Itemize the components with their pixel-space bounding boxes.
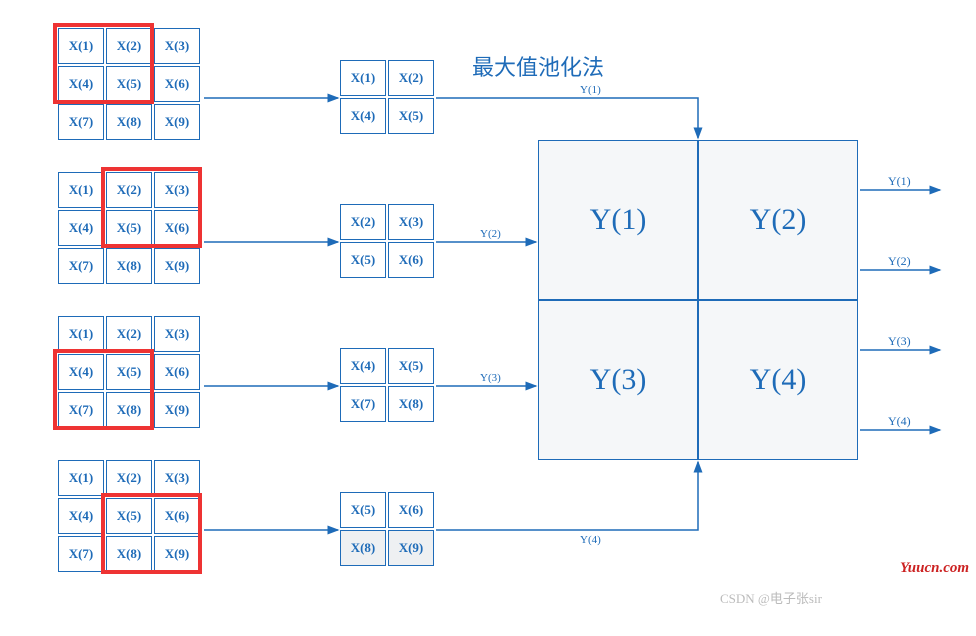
output-label-2: Y(2) (888, 254, 911, 269)
input-cell: X(5) (106, 66, 152, 102)
output-cell: Y(3) (538, 300, 698, 460)
input-cell: X(8) (106, 392, 152, 428)
window-cell: X(6) (388, 242, 434, 278)
input-cell: X(9) (154, 536, 200, 572)
window-cell: X(5) (388, 348, 434, 384)
window-cell: X(2) (388, 60, 434, 96)
input-cell: X(7) (58, 392, 104, 428)
input-cell: X(1) (58, 172, 104, 208)
input-cell: X(1) (58, 316, 104, 352)
window-cell: X(1) (340, 60, 386, 96)
window-cell: X(6) (388, 492, 434, 528)
input-cell: X(2) (106, 28, 152, 64)
input-grid-3: X(1)X(2)X(3) X(4)X(5)X(6) X(7)X(8)X(9) (58, 316, 200, 428)
window-cell: X(2) (340, 204, 386, 240)
arrow-label-4: Y(4) (580, 534, 601, 546)
input-cell: X(4) (58, 66, 104, 102)
window-cell: X(9) (388, 530, 434, 566)
window-cell: X(3) (388, 204, 434, 240)
output-label-3: Y(3) (888, 334, 911, 349)
input-cell: X(4) (58, 210, 104, 246)
input-cell: X(5) (106, 498, 152, 534)
input-cell: X(8) (106, 536, 152, 572)
input-cell: X(2) (106, 460, 152, 496)
output-cell: Y(2) (698, 140, 858, 300)
input-cell: X(4) (58, 498, 104, 534)
input-cell: X(2) (106, 172, 152, 208)
output-label-4: Y(4) (888, 414, 911, 429)
window-grid-3: X(4)X(5)X(7)X(8) (340, 348, 434, 422)
arrow-label-3: Y(3) (480, 372, 501, 384)
input-cell: X(3) (154, 316, 200, 352)
window-cell: X(5) (340, 242, 386, 278)
window-cell: X(4) (340, 98, 386, 134)
input-grid-4: X(1)X(2)X(3) X(4)X(5)X(6) X(7)X(8)X(9) (58, 460, 200, 572)
input-cell: X(5) (106, 354, 152, 390)
window-cell: X(7) (340, 386, 386, 422)
window-grid-4: X(5)X(6)X(8)X(9) (340, 492, 434, 566)
brand-text: Yuucn.com (900, 560, 969, 577)
input-grid-2: X(1)X(2)X(3) X(4)X(5)X(6) X(7)X(8)X(9) (58, 172, 200, 284)
input-cell: X(7) (58, 536, 104, 572)
arrow-label-2: Y(2) (480, 228, 501, 240)
input-cell: X(1) (58, 28, 104, 64)
input-cell: X(6) (154, 354, 200, 390)
input-cell: X(4) (58, 354, 104, 390)
input-cell: X(6) (154, 210, 200, 246)
output-cell: Y(4) (698, 300, 858, 460)
window-cell: X(8) (388, 386, 434, 422)
input-cell: X(3) (154, 28, 200, 64)
diagram-title: 最大值池化法 (472, 50, 604, 82)
window-cell: X(8) (340, 530, 386, 566)
input-cell: X(7) (58, 248, 104, 284)
input-cell: X(7) (58, 104, 104, 140)
output-cell: Y(1) (538, 140, 698, 300)
output-label-1: Y(1) (888, 174, 911, 189)
input-cell: X(9) (154, 392, 200, 428)
input-cell: X(6) (154, 66, 200, 102)
input-cell: X(3) (154, 172, 200, 208)
window-cell: X(5) (388, 98, 434, 134)
window-cell: X(5) (340, 492, 386, 528)
window-grid-2: X(2)X(3)X(5)X(6) (340, 204, 434, 278)
input-grid-1: X(1)X(2)X(3) X(4)X(5)X(6) X(7)X(8)X(9) (58, 28, 200, 140)
diagram-container: 最大值池化法 X(1)X(2)X(3)X(4)X(5)X(6)X(7)X(8)X… (20, 20, 956, 596)
window-cell: X(4) (340, 348, 386, 384)
arrow-label-1: Y(1) (580, 84, 601, 96)
input-cell: X(9) (154, 248, 200, 284)
input-cell: X(9) (154, 104, 200, 140)
input-cell: X(3) (154, 460, 200, 496)
input-cell: X(1) (58, 460, 104, 496)
input-cell: X(5) (106, 210, 152, 246)
input-cell: X(6) (154, 498, 200, 534)
input-cell: X(8) (106, 104, 152, 140)
input-cell: X(2) (106, 316, 152, 352)
window-grid-1: X(1)X(2)X(4)X(5) (340, 60, 434, 134)
output-grid: Y(1)Y(2)Y(3)Y(4) (538, 140, 858, 460)
input-cell: X(8) (106, 248, 152, 284)
watermark-text: CSDN @电子张sir (720, 588, 822, 607)
